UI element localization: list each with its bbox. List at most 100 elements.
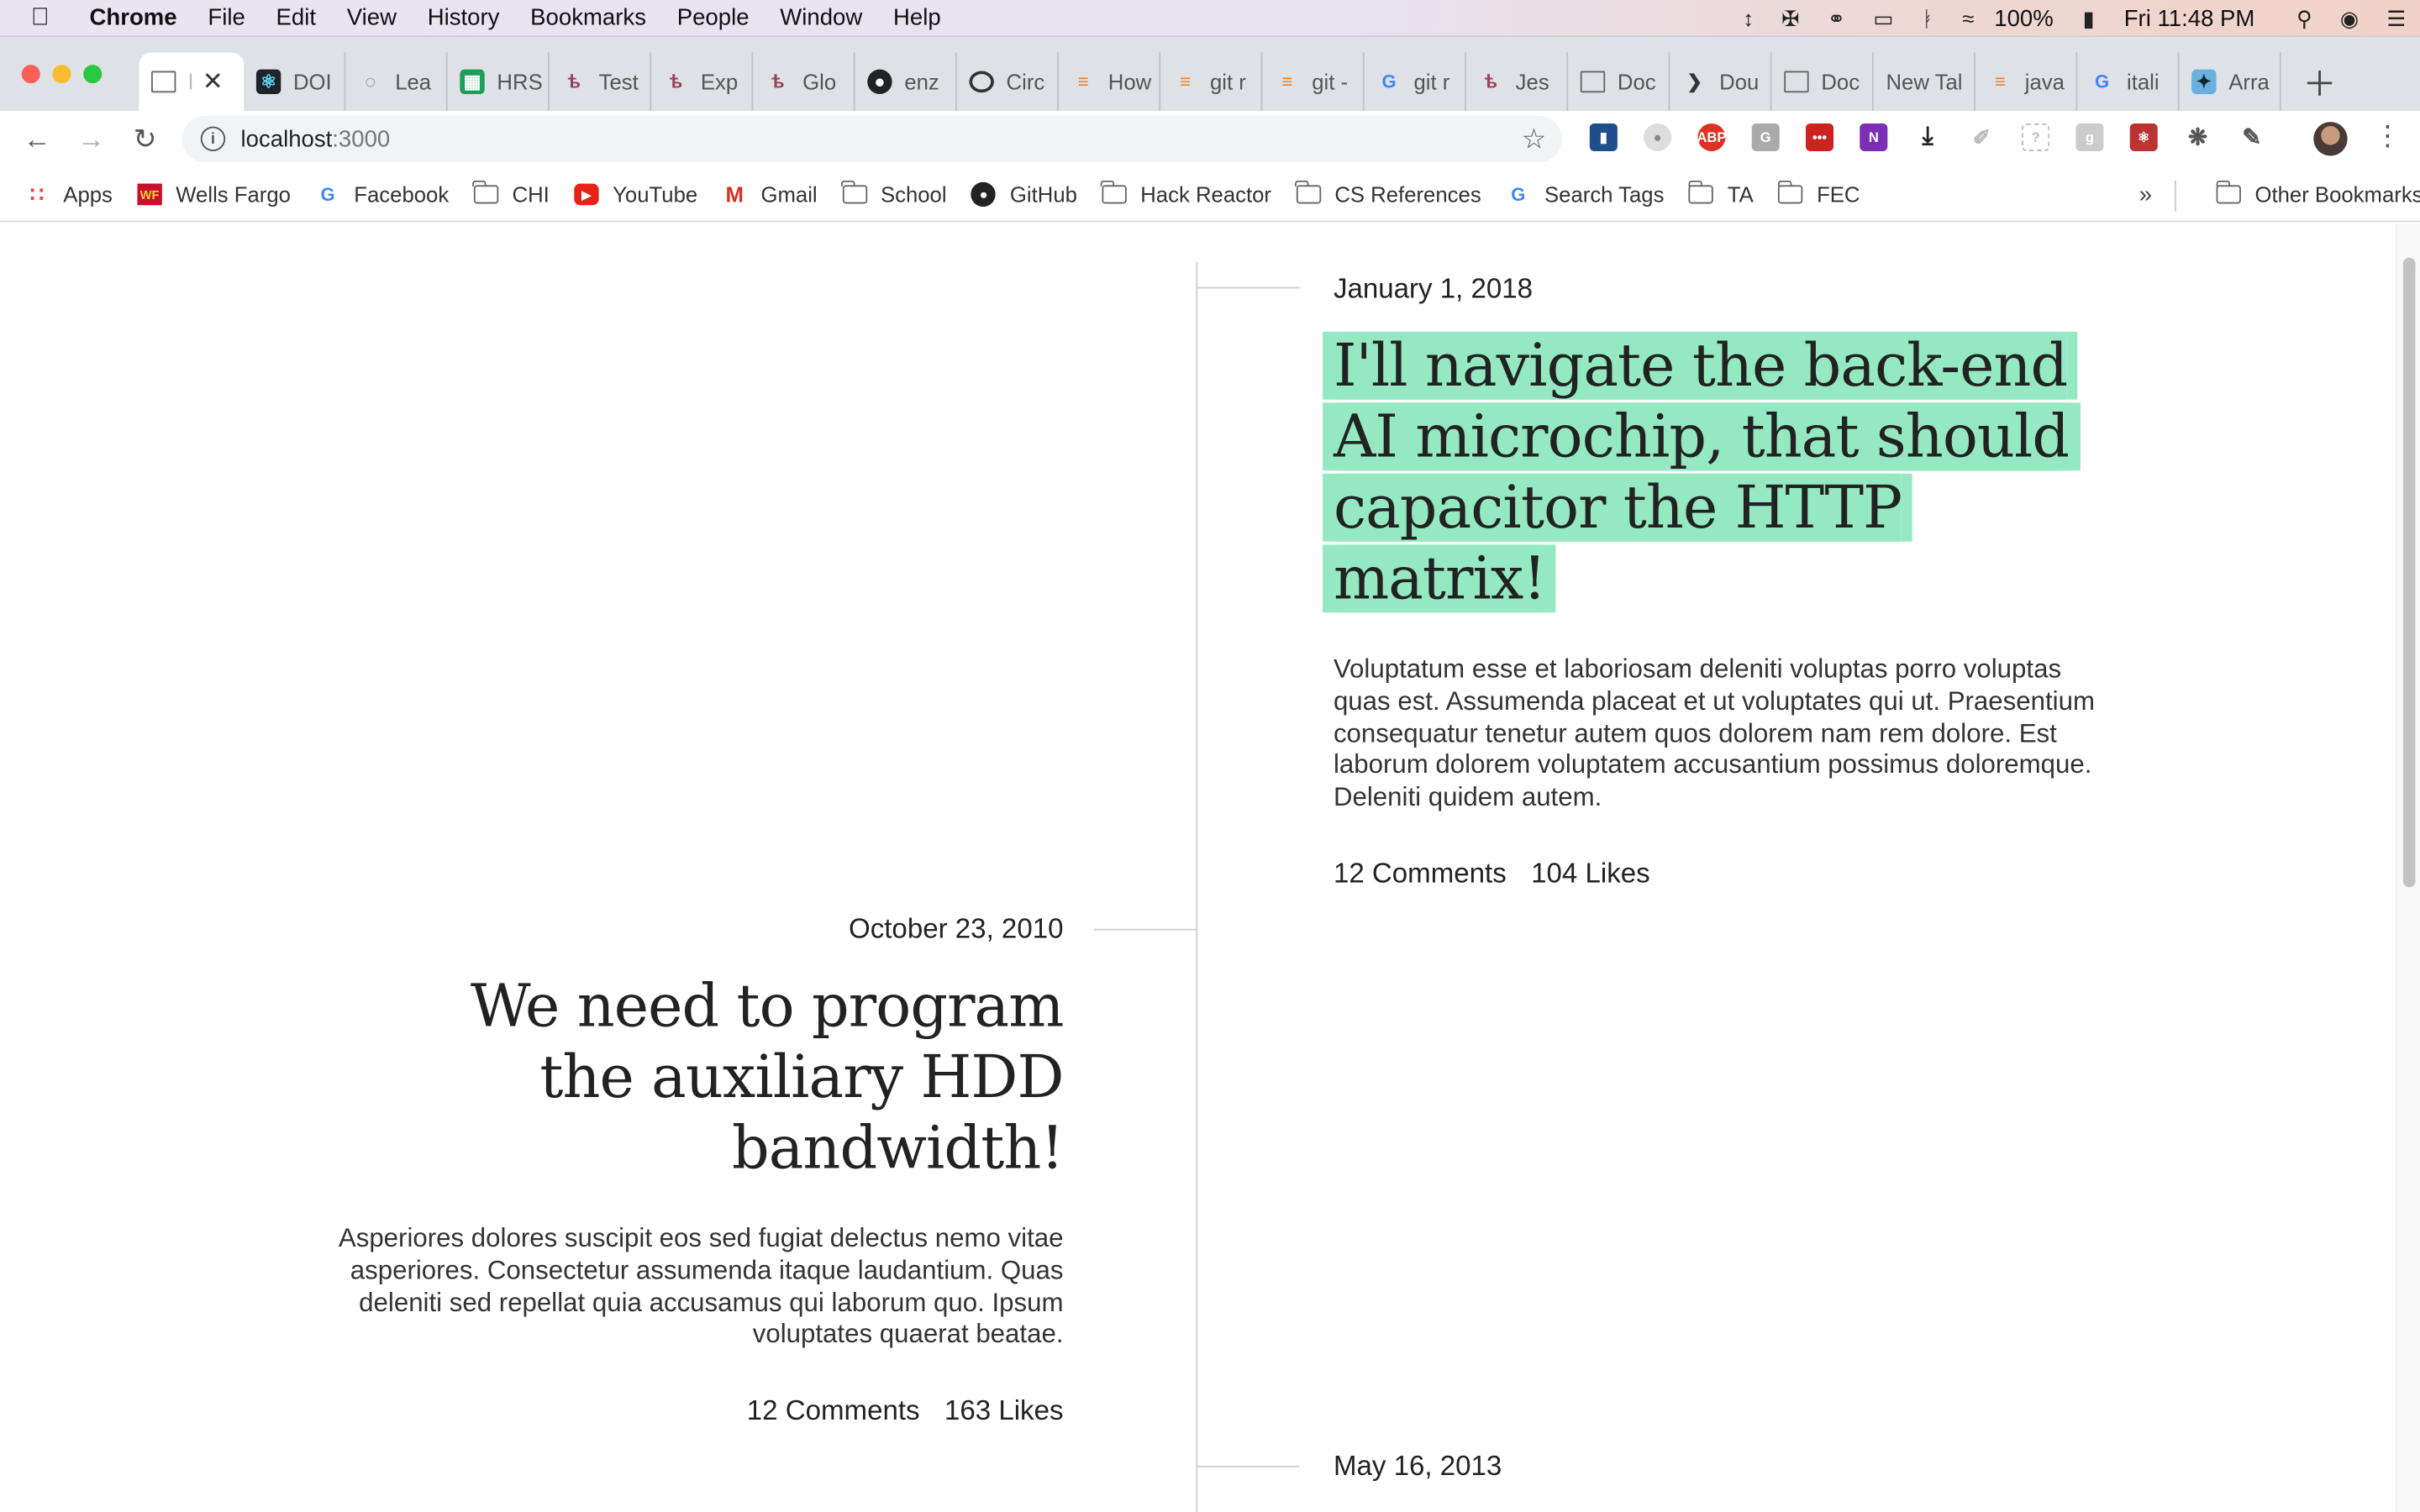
github-icon: ● bbox=[867, 69, 892, 95]
bookmark-folder-cs-references[interactable]: CS References bbox=[1295, 180, 1481, 207]
tab[interactable]: Gitali bbox=[2077, 52, 2180, 112]
circle-extension-icon[interactable]: ● bbox=[1644, 123, 1672, 151]
menu-help[interactable]: Help bbox=[893, 5, 941, 31]
siri-icon[interactable]: ◉ bbox=[2340, 5, 2359, 31]
menu-file[interactable]: File bbox=[208, 5, 245, 31]
tab[interactable]: ▦ HRS bbox=[448, 52, 550, 112]
bookmark-apps[interactable]: ∷ Apps bbox=[24, 181, 113, 207]
bookmark-star-icon[interactable]: ☆ bbox=[1522, 123, 1547, 155]
tab[interactable]: ѣ Jes bbox=[1466, 52, 1569, 112]
move-icon[interactable]: ✠ bbox=[1781, 5, 1800, 31]
wifi-icon[interactable]: ≈ bbox=[1962, 6, 1974, 30]
notification-center-icon[interactable]: ☰ bbox=[2386, 5, 2406, 31]
tab[interactable]: Circ bbox=[957, 52, 1059, 112]
scrollbar-thumb[interactable] bbox=[2402, 257, 2416, 888]
lastpass-icon[interactable]: ••• bbox=[1805, 123, 1834, 151]
tab-active[interactable]: l ✕ bbox=[139, 52, 245, 112]
likes-count[interactable]: 163 Likes bbox=[944, 1395, 1064, 1426]
address-bar[interactable]: i localhost:3000 ☆ bbox=[182, 115, 1562, 162]
tab[interactable]: New Tal bbox=[1874, 52, 1976, 112]
menu-people[interactable]: People bbox=[677, 5, 750, 31]
bookmark-wells-fargo[interactable]: WF Wells Fargo bbox=[137, 182, 291, 207]
tab[interactable]: ⚛ DOI bbox=[244, 52, 346, 112]
menu-bookmarks[interactable]: Bookmarks bbox=[530, 5, 646, 31]
timeline-connector bbox=[1094, 928, 1197, 931]
bookmark-folder-school[interactable]: School bbox=[841, 180, 947, 207]
tab[interactable]: ≡ git r bbox=[1160, 52, 1263, 112]
reload-button[interactable]: ↻ bbox=[128, 123, 161, 156]
tab[interactable]: ≡ How bbox=[1059, 52, 1161, 112]
close-tab-icon[interactable]: ✕ bbox=[203, 66, 224, 97]
tab[interactable]: Doc bbox=[1568, 52, 1670, 112]
bookmarks-overflow-chevron-icon[interactable]: » bbox=[2139, 181, 2152, 207]
bookmark-gmail[interactable]: M Gmail bbox=[723, 182, 818, 207]
zoom-window-button[interactable] bbox=[83, 65, 103, 84]
forward-button[interactable]: → bbox=[74, 123, 108, 156]
tab[interactable]: ѣ Exp bbox=[651, 52, 754, 112]
menu-view[interactable]: View bbox=[347, 5, 397, 31]
download-icon[interactable]: ⤓ bbox=[1914, 123, 1942, 151]
likes-count[interactable]: 104 Likes bbox=[1531, 858, 1650, 889]
page-scrollbar[interactable] bbox=[2395, 223, 2420, 1512]
brush-extension-icon[interactable]: ✐ bbox=[1968, 123, 1996, 151]
bookmark-search-tags[interactable]: G Search Tags bbox=[1506, 182, 1664, 207]
back-button[interactable]: ← bbox=[20, 123, 54, 156]
chrome-menu-icon[interactable]: ⋮ bbox=[2374, 120, 2402, 153]
timeline-connector bbox=[1197, 1465, 1300, 1467]
menu-app-name[interactable]: Chrome bbox=[90, 5, 177, 31]
minimize-window-button[interactable] bbox=[52, 65, 71, 84]
resize-arrows-icon[interactable]: ↕ bbox=[1743, 6, 1754, 30]
analytics-extension-icon[interactable]: ▮ bbox=[1589, 123, 1618, 151]
tab[interactable]: ≡ java bbox=[1975, 52, 2078, 112]
airplay-icon[interactable]: ▭ bbox=[1873, 5, 1893, 31]
menu-history[interactable]: History bbox=[428, 5, 500, 31]
apple-icon[interactable]:  bbox=[31, 4, 62, 32]
page-viewport[interactable]: January 1, 2018 I'll navigate the back-e… bbox=[0, 223, 2420, 1512]
wellsfargo-icon: WF bbox=[137, 183, 162, 206]
bookmark-youtube[interactable]: ▶ YouTube bbox=[574, 182, 697, 207]
react-devtools-extension-icon[interactable]: ⚛ bbox=[2129, 123, 2158, 151]
tab[interactable]: ✦ Arra bbox=[2179, 52, 2281, 112]
jest-icon: ѣ bbox=[771, 71, 785, 93]
creative-cloud-icon[interactable]: ⚭ bbox=[1828, 5, 1846, 31]
jest-icon: ѣ bbox=[669, 71, 683, 93]
apps-grid-icon: ∷ bbox=[29, 181, 45, 207]
bookmark-folder-chi[interactable]: CHI bbox=[472, 180, 550, 207]
post-title[interactable]: We need to program the auxiliary HDD ban… bbox=[275, 970, 1065, 1183]
bookmark-facebook[interactable]: G Facebook bbox=[315, 182, 449, 207]
menu-window[interactable]: Window bbox=[780, 5, 862, 31]
adblock-icon[interactable]: ABP bbox=[1697, 123, 1726, 151]
tab[interactable]: ● enz bbox=[855, 52, 957, 112]
tab[interactable]: ѣ Test bbox=[550, 52, 652, 112]
bug-extension-icon[interactable]: ❋ bbox=[2184, 123, 2212, 151]
onenote-icon[interactable]: N bbox=[1860, 123, 1888, 151]
eyedropper-icon[interactable]: ✎ bbox=[2238, 123, 2265, 151]
post-title[interactable]: I'll navigate the back-end AI microchip,… bbox=[1333, 330, 2121, 614]
new-tab-button[interactable]: ＋ bbox=[2302, 52, 2336, 111]
bookmark-folder-other[interactable]: Other Bookmarks bbox=[2215, 180, 2420, 207]
menu-edit[interactable]: Edit bbox=[276, 5, 316, 31]
bookmark-folder-fec[interactable]: FEC bbox=[1777, 180, 1860, 207]
bookmark-folder-ta[interactable]: TA bbox=[1687, 180, 1754, 207]
battery-icon[interactable]: ▮ bbox=[2083, 5, 2095, 31]
tab[interactable]: ❯ Dou bbox=[1670, 52, 1772, 112]
tab[interactable]: ≡ git - bbox=[1262, 52, 1365, 112]
comments-count[interactable]: 12 Comments bbox=[1334, 858, 1507, 889]
site-info-icon[interactable]: i bbox=[200, 126, 226, 151]
menubar-clock[interactable]: Fri 11:48 PM bbox=[2124, 5, 2255, 31]
tab[interactable]: ◌ Lea bbox=[345, 52, 448, 112]
tab[interactable]: Doc bbox=[1772, 52, 1874, 112]
bluetooth-icon[interactable]: ᛓ bbox=[1922, 6, 1934, 30]
tab[interactable]: Ggit r bbox=[1365, 52, 1466, 112]
spotlight-search-icon[interactable]: ⚲ bbox=[2296, 5, 2312, 31]
gray-extension-icon[interactable]: g bbox=[2075, 123, 2104, 151]
close-window-button[interactable] bbox=[21, 65, 40, 84]
grammarly-extension-icon[interactable]: G bbox=[1751, 123, 1780, 151]
bookmark-github[interactable]: ● GitHub bbox=[971, 181, 1077, 207]
profile-avatar[interactable] bbox=[2313, 122, 2348, 156]
selection-extension-icon[interactable]: ? bbox=[2022, 123, 2050, 151]
comments-count[interactable]: 12 Comments bbox=[747, 1395, 920, 1426]
bookmark-folder-hack-reactor[interactable]: Hack Reactor bbox=[1101, 180, 1271, 207]
tab[interactable]: ѣ Glo bbox=[753, 52, 855, 112]
tab-title: Jes bbox=[1515, 69, 1549, 95]
